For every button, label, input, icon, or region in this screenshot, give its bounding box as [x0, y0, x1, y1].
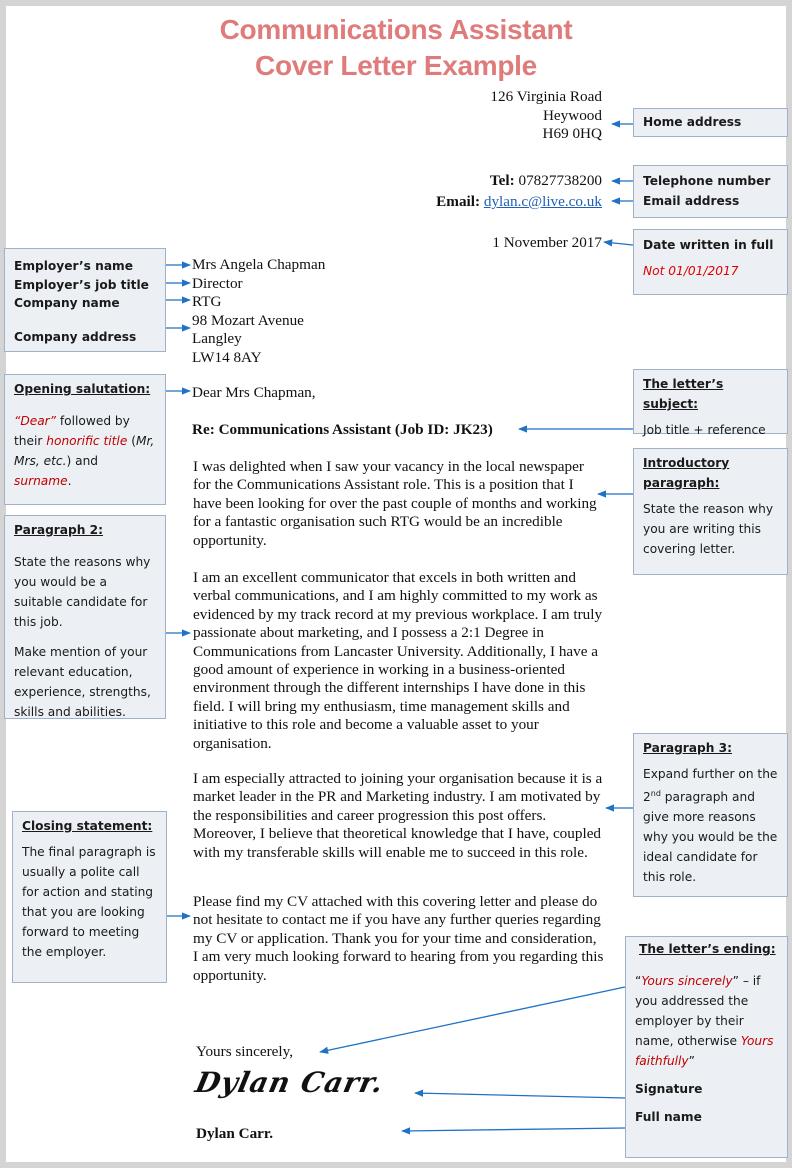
annotation-text: Home address: [643, 115, 742, 129]
annotation-letter-ending: The letter’s ending: “Yours sincerely” –…: [625, 936, 788, 1158]
annotation-company-name: Company name: [14, 296, 120, 310]
title-line-1: Communications Assistant: [219, 14, 573, 45]
intro-paragraph: I was delighted when I saw your vacancy …: [193, 458, 597, 549]
annotation-full-name: Full name: [635, 1110, 702, 1124]
annotation-heading: Opening salutation:: [14, 382, 151, 396]
annotation-employer-job-title: Employer’s job title: [14, 277, 149, 292]
text: paragraph and give more reasons why you …: [643, 790, 778, 885]
annotation-paragraph-3: Paragraph 3: Expand further on the 2nd p…: [633, 733, 788, 897]
text: ) and: [66, 454, 99, 468]
text: .: [67, 474, 72, 488]
subject-line: Re: Communications Assistant (Job ID: JK…: [192, 421, 493, 438]
salutation: Dear Mrs Chapman,: [192, 384, 316, 401]
emphasis-surname: surname: [14, 474, 68, 488]
annotation-heading: Paragraph 2:: [14, 523, 104, 537]
closing-phrase: Yours sincerely,: [196, 1043, 294, 1060]
superscript: nd: [650, 789, 661, 798]
annotation-heading: Introductory paragraph:: [643, 456, 730, 490]
annotation-heading: The letter’s ending:: [639, 942, 776, 956]
sender-address-line: H69 0HQ: [542, 125, 602, 142]
annotation-heading: Paragraph 3:: [643, 741, 733, 755]
tel-value: 07827738200: [518, 172, 602, 189]
recipient-name: Mrs Angela Chapman: [192, 256, 326, 273]
tel-label: Tel:: [489, 172, 515, 189]
annotation-date-note: Not 01/01/2017: [643, 264, 739, 278]
annotation-recipient: Employer’s name Employer’s job title Com…: [4, 248, 166, 352]
annotation-home-address: Home address: [633, 108, 788, 137]
annotation-salutation: Opening salutation: “Dear” followed by t…: [4, 374, 166, 505]
annotation-body: The final paragraph is usually a polite …: [22, 845, 156, 959]
email-label: Email:: [436, 193, 481, 210]
paragraph-2: I am an excellent communicator that exce…: [193, 569, 603, 752]
signature: Dylan Carr.: [192, 1066, 388, 1099]
page-title: Communications Assistant Cover Letter Ex…: [0, 12, 792, 84]
emphasis-yours-sincerely: Yours sincerely: [641, 974, 733, 988]
paragraph-3: I am especially attracted to joining you…: [193, 770, 603, 861]
annotation-paragraph-2: Paragraph 2: State the reasons why you w…: [4, 515, 166, 719]
sender-address-line: Heywood: [542, 106, 602, 124]
recipient-job-title: Director: [192, 274, 243, 292]
annotation-employer-name: Employer’s name: [14, 259, 134, 273]
telephone-line: Tel: 07827738200: [490, 172, 602, 191]
recipient-address-line: 98 Mozart Avenue: [192, 311, 304, 329]
recipient-address-line: Langley: [192, 330, 242, 347]
recipient-address-line: LW14 8AY: [192, 348, 262, 366]
annotation-body: “Yours sincerely” – if you addressed the…: [635, 971, 778, 1071]
text: ”: [688, 1054, 695, 1068]
annotation-body: Job title + reference: [643, 423, 766, 437]
annotation-body: Expand further on the 2nd paragraph and …: [643, 764, 778, 887]
annotation-body: Make mention of your relevant education,…: [14, 645, 151, 719]
emphasis-dear: “Dear”: [14, 414, 56, 428]
annotation-company-address: Company address: [14, 329, 137, 344]
sender-address: 126 Virginia Road Heywood H69 0HQ: [490, 88, 602, 144]
annotation-heading: Closing statement:: [22, 819, 153, 833]
full-name: Dylan Carr.: [196, 1125, 274, 1142]
annotation-body: State the reason why you are writing thi…: [643, 502, 774, 556]
annotation-telephone: Telephone number: [643, 174, 771, 188]
annotation-intro: Introductory paragraph: State the reason…: [633, 448, 788, 575]
annotation-contact: Telephone number Email address: [633, 165, 788, 218]
annotation-email: Email address: [643, 194, 740, 208]
email-link[interactable]: dylan.c@live.co.uk: [484, 193, 602, 210]
annotation-date-heading: Date written in full: [643, 238, 774, 252]
recipient-company: RTG: [192, 293, 222, 310]
annotation-body: “Dear” followed by their honorific title…: [14, 411, 156, 491]
emphasis-honorific: honorific title: [46, 434, 128, 448]
annotation-heading: The letter’s subject:: [643, 377, 724, 411]
letter-date: 1 November 2017: [492, 234, 602, 251]
text: (: [127, 434, 136, 448]
annotation-subject: The letter’s subject: Job title + refere…: [633, 369, 788, 437]
sender-address-line: 126 Virginia Road: [490, 88, 602, 105]
title-line-2: Cover Letter Example: [255, 50, 537, 81]
email-line: Email: dylan.c@live.co.uk: [436, 193, 602, 212]
annotation-closing-statement: Closing statement: The final paragraph i…: [12, 811, 167, 983]
annotation-body: State the reasons why you would be a sui…: [14, 555, 151, 629]
annotation-signature: Signature: [635, 1082, 703, 1096]
annotation-date: Date written in full Not 01/01/2017: [633, 229, 788, 295]
recipient-block: Mrs Angela Chapman Director RTG 98 Mozar…: [192, 256, 325, 367]
closing-paragraph: Please find my CV attached with this cov…: [193, 893, 604, 984]
